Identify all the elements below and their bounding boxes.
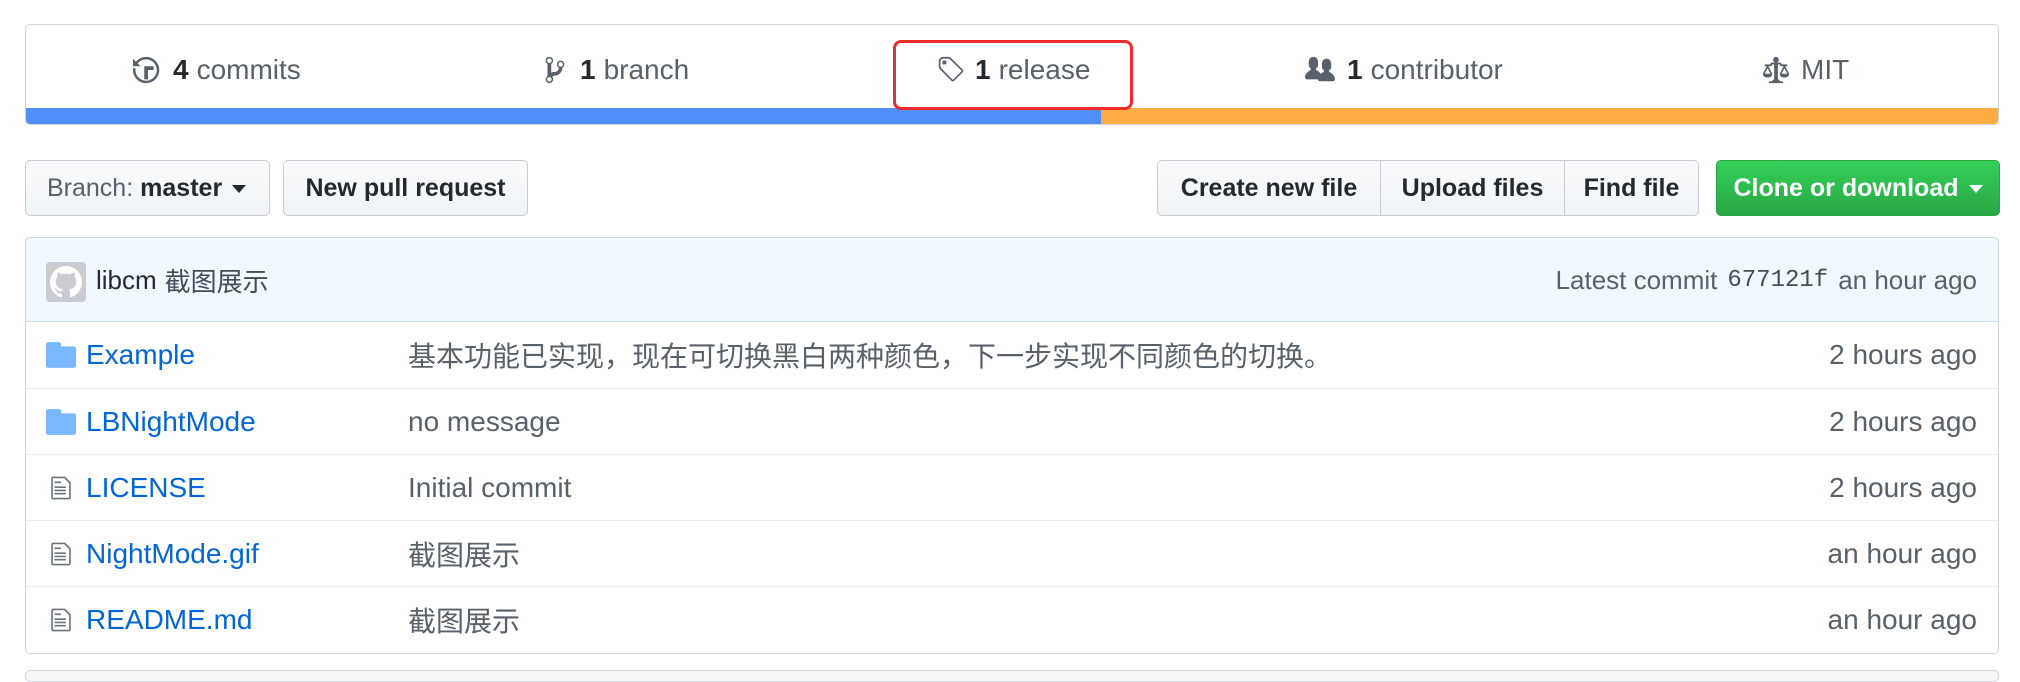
language-segment <box>1100 108 1998 124</box>
new-pull-request-button[interactable]: New pull request <box>283 160 528 216</box>
language-bar <box>26 108 1998 124</box>
avatar[interactable] <box>46 262 86 302</box>
file-text-icon <box>46 541 76 567</box>
contributors-count: 1 <box>1347 53 1363 85</box>
file-commit-message[interactable]: Initial commit <box>408 472 571 504</box>
clone-or-download-label: Clone or download <box>1733 173 1959 202</box>
table-row[interactable]: LICENSE Initial commit 2 hours ago <box>26 454 1998 520</box>
latest-commit-bar: libcm 截图展示 Latest commit 677121f an hour… <box>26 238 1998 322</box>
file-table: libcm 截图展示 Latest commit 677121f an hour… <box>25 237 1999 654</box>
contributors-link[interactable]: 1 contributor <box>1303 25 1503 114</box>
git-branch-icon <box>540 55 570 85</box>
caret-down-icon <box>1968 185 1983 193</box>
file-commit-message[interactable]: 基本功能已实现，现在可切换黑白两种颜色，下一步实现不同颜色的切换。 <box>408 335 1332 375</box>
folder-icon <box>46 342 76 368</box>
branches-label: branch <box>603 53 690 85</box>
language-segment <box>26 108 1101 124</box>
find-file-button[interactable]: Find file <box>1564 160 1699 216</box>
file-text-icon <box>46 475 76 501</box>
file-age: 2 hours ago <box>1829 339 1977 370</box>
github-mark-icon <box>50 266 82 298</box>
file-commit-message[interactable]: 截图展示 <box>408 534 520 574</box>
branches-link[interactable]: 1 branch <box>540 25 689 114</box>
commits-count: 4 <box>173 53 189 85</box>
caret-down-icon <box>232 185 247 193</box>
commit-author-link[interactable]: libcm <box>96 265 157 296</box>
license-link[interactable]: MIT <box>1761 25 1849 114</box>
create-new-file-button[interactable]: Create new file <box>1157 160 1381 216</box>
file-name-link[interactable]: README.md <box>86 604 252 636</box>
file-name-link[interactable]: NightMode.gif <box>86 538 259 570</box>
commit-sha-link[interactable]: 677121f <box>1727 267 1828 294</box>
file-age: 2 hours ago <box>1829 405 1977 437</box>
file-age: 2 hours ago <box>1829 471 1977 503</box>
table-row[interactable]: LBNightMode no message 2 hours ago <box>26 388 1998 454</box>
commit-age: an hour ago <box>1838 264 1977 295</box>
file-age: an hour ago <box>1827 537 1977 569</box>
upload-files-button[interactable]: Upload files <box>1380 160 1565 216</box>
file-name-link[interactable]: LICENSE <box>86 472 206 504</box>
table-row[interactable]: Example 基本功能已实现，现在可切换黑白两种颜色，下一步实现不同颜色的切换… <box>26 322 1998 388</box>
readme-box-edge <box>25 670 1999 682</box>
latest-commit-label: Latest commit <box>1555 264 1718 295</box>
file-commit-message[interactable]: 截图展示 <box>408 600 520 640</box>
people-icon <box>1303 55 1337 85</box>
law-icon <box>1761 55 1791 85</box>
file-commit-message[interactable]: no message <box>408 406 561 438</box>
file-name-link[interactable]: LBNightMode <box>86 406 256 438</box>
branch-name: master <box>140 173 223 202</box>
file-text-icon <box>46 607 76 633</box>
commit-message-link[interactable]: 截图展示 <box>165 262 269 299</box>
contributors-label: contributor <box>1370 53 1503 85</box>
folder-icon <box>46 409 76 435</box>
table-row[interactable]: README.md 截图展示 an hour ago <box>26 586 1998 652</box>
commits-link[interactable]: 4 commits <box>133 25 301 114</box>
file-age: an hour ago <box>1827 603 1977 635</box>
branch-prefix-label: Branch: <box>47 173 134 202</box>
license-label: MIT <box>1801 53 1850 85</box>
history-icon <box>133 55 163 85</box>
clone-or-download-button[interactable]: Clone or download <box>1716 160 2000 216</box>
release-highlight-box <box>893 40 1133 110</box>
commits-label: commits <box>196 53 301 85</box>
branch-select-button[interactable]: Branch: master <box>25 160 270 216</box>
table-row[interactable]: NightMode.gif 截图展示 an hour ago <box>26 520 1998 586</box>
branches-count: 1 <box>580 53 596 85</box>
file-name-link[interactable]: Example <box>86 339 195 371</box>
